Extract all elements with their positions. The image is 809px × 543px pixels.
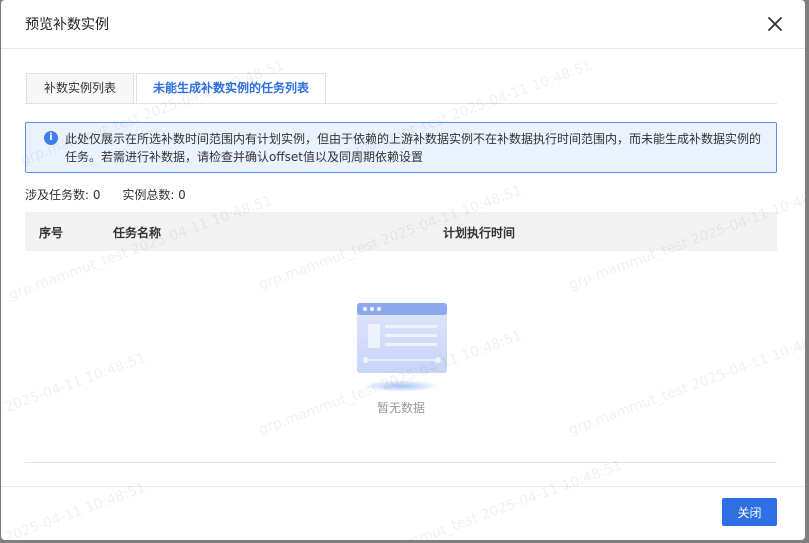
notice-text: 此处仅展示在所选补数时间范围内有计划实例，但由于依赖的上游补数据实例不在补数据执… [65,132,762,164]
empty-data-icon [357,303,447,392]
column-index: 序号 [39,226,64,240]
table-header: 序号 任务名称 计划执行时间 [25,212,777,251]
table-bottom-border [25,462,777,463]
task-count: 涉及任务数: 0 [25,188,101,202]
info-notice: i 此处仅展示在所选补数时间范围内有计划实例，但由于依赖的上游补数据实例不在补数… [25,122,777,173]
watermark: 2025-04-11 10:48:51 [2,480,148,540]
stats-line: 涉及任务数: 0 实例总数: 0 [25,186,204,203]
dialog-header: 预览补数实例 [1,0,805,49]
tab-failed-task-list[interactable]: 未能生成补数实例的任务列表 [136,73,326,103]
close-button[interactable]: 关闭 [722,498,777,526]
empty-text: 暂无数据 [376,401,425,415]
instance-count: 实例总数: 0 [122,188,186,202]
close-icon[interactable] [767,16,783,32]
info-icon: i [44,131,58,145]
column-scheduled-time: 计划执行时间 [443,226,516,240]
watermark: grp.mammut_test 2025-04-11 10:48:51 [356,457,625,540]
watermark: grp.mammut_test 2025-04-11 10:48:51 [566,327,805,439]
tab-divider [25,103,777,104]
tab-instance-list[interactable]: 补数实例列表 [26,73,134,103]
empty-state: 暂无数据 [341,296,461,416]
footer-divider [1,486,805,487]
watermark: 2025-04-11 10:48:51 [2,350,148,416]
preview-dialog: 预览补数实例 补数实例列表 未能生成补数实例的任务列表 i 此处仅展示在所选补数… [1,0,805,540]
dialog-title: 预览补数实例 [25,17,109,33]
column-task-name: 任务名称 [113,226,162,240]
